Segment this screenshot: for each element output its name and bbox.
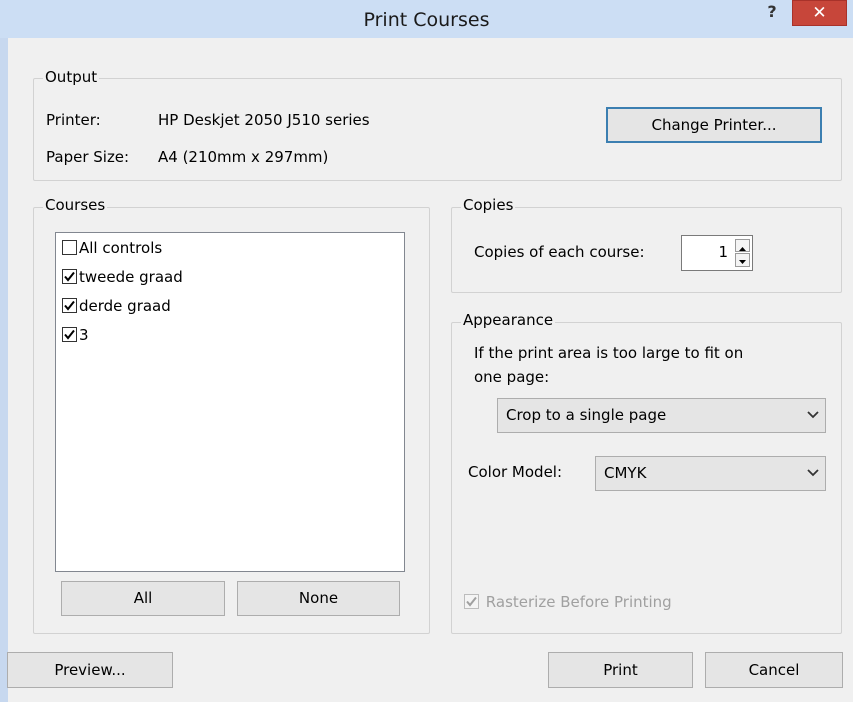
courses-list[interactable]: All controls tweede graad derde graad 3 (55, 232, 405, 572)
course-label: derde graad (79, 297, 171, 315)
checkbox[interactable] (62, 327, 77, 342)
color-model-label: Color Model: (468, 463, 563, 481)
list-item[interactable]: derde graad (62, 294, 171, 318)
close-button[interactable]: ✕ (792, 0, 847, 26)
checkbox[interactable] (62, 298, 77, 313)
window-title: Print Courses (363, 9, 490, 31)
copies-label: Copies of each course: (474, 243, 645, 261)
print-button[interactable]: Print (548, 652, 693, 688)
appearance-text-line1: If the print area is too large to fit on (474, 344, 744, 362)
crop-mode-value: Crop to a single page (506, 406, 667, 424)
preview-button[interactable]: Preview... (7, 652, 173, 688)
chevron-down-icon (807, 411, 819, 419)
cancel-button[interactable]: Cancel (705, 652, 843, 688)
copies-stepper[interactable]: 1 (681, 235, 753, 271)
spin-up-button[interactable] (735, 239, 750, 252)
courses-legend: Courses (43, 196, 108, 214)
course-label: All controls (79, 239, 163, 257)
checkmark-icon (64, 329, 75, 340)
copies-value[interactable]: 1 (718, 243, 728, 261)
list-item[interactable]: 3 (62, 323, 89, 347)
output-legend: Output (43, 68, 100, 86)
spin-down-button[interactable] (735, 253, 750, 267)
course-label: tweede graad (79, 268, 183, 286)
none-button[interactable]: None (237, 581, 400, 616)
checkmark-icon (466, 596, 477, 607)
rasterize-checkbox (464, 594, 479, 609)
copies-legend: Copies (461, 196, 516, 214)
rasterize-option: Rasterize Before Printing (464, 593, 672, 611)
window-frame (0, 38, 8, 702)
change-printer-button[interactable]: Change Printer... (606, 107, 822, 143)
arrow-down-icon (739, 260, 746, 264)
paper-size-value: A4 (210mm x 297mm) (158, 148, 329, 166)
checkbox[interactable] (62, 240, 77, 255)
color-model-value: CMYK (604, 464, 647, 482)
list-item[interactable]: tweede graad (62, 265, 183, 289)
course-label: 3 (79, 326, 89, 344)
checkbox[interactable] (62, 269, 77, 284)
printer-label: Printer: (46, 111, 101, 129)
appearance-legend: Appearance (461, 311, 556, 329)
chevron-down-icon (807, 469, 819, 477)
printer-value: HP Deskjet 2050 J510 series (158, 111, 370, 129)
help-button[interactable]: ? (762, 2, 782, 22)
appearance-text-line2: one page: (474, 368, 550, 386)
crop-mode-select[interactable]: Crop to a single page (497, 398, 826, 433)
checkmark-icon (64, 271, 75, 282)
checkmark-icon (64, 300, 75, 311)
rasterize-label: Rasterize Before Printing (485, 593, 672, 611)
close-icon: ✕ (812, 3, 827, 23)
color-model-select[interactable]: CMYK (595, 456, 826, 491)
all-button[interactable]: All (61, 581, 225, 616)
paper-size-label: Paper Size: (46, 148, 130, 166)
list-item[interactable]: All controls (62, 236, 162, 260)
